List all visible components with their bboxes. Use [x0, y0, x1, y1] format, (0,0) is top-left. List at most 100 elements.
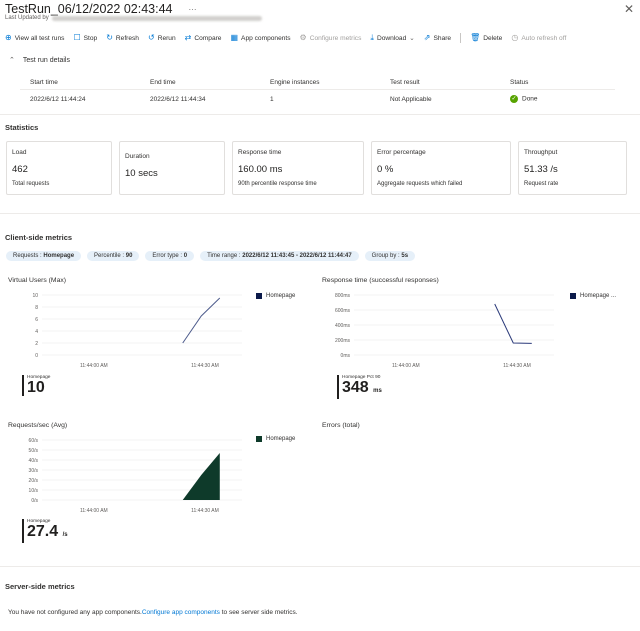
- summary-value: 27.4 /s: [27, 524, 68, 543]
- stat-card-response-time: Response time 160.00 ms 90th percentile …: [232, 141, 364, 195]
- more-options-icon[interactable]: ···: [189, 5, 197, 14]
- toolbar-stop-button[interactable]: ☐ Stop: [73, 34, 97, 42]
- stat-label: Throughput: [524, 149, 558, 156]
- legend-virtual-users: Homepage: [256, 293, 295, 299]
- stat-card-throughput: Throughput 51.33 /s Request rate: [518, 141, 627, 195]
- y-tick-label: 400ms: [335, 323, 351, 329]
- y-tick-label: 50/s: [29, 448, 39, 454]
- filter-pill[interactable]: Percentile : 90: [87, 251, 140, 261]
- response-time-chart: 800ms 600ms 400ms 200ms 0ms 11:44:00 AM 11:44:…: [335, 293, 554, 369]
- x-tick-label: 11:44:30 AM: [503, 363, 531, 369]
- toolbar-compare-button[interactable]: ⇄ Compare: [185, 34, 222, 42]
- y-tick-label: 200ms: [335, 338, 351, 344]
- summary-value: 348 ms: [342, 380, 382, 399]
- filter-label: Error type :: [152, 253, 184, 259]
- delete-icon: 🗑: [470, 33, 481, 42]
- toolbar-label: Refresh: [115, 34, 139, 42]
- stop-icon: ☐: [73, 33, 81, 42]
- stat-label: Duration: [125, 153, 150, 160]
- configure-app-components-link[interactable]: Configure app components: [142, 609, 220, 616]
- x-tick-label: 11:44:30 AM: [191, 508, 219, 514]
- gear-icon: ⚙: [299, 33, 307, 42]
- share-icon: ⇗: [423, 33, 431, 42]
- x-tick-label: 11:44:00 AM: [80, 363, 108, 369]
- y-tick-label: 800ms: [335, 293, 351, 299]
- status-text: Done: [522, 95, 538, 103]
- toolbar-refresh-button[interactable]: ↻ Refresh: [106, 34, 139, 42]
- legend-label: Homepage ...: [580, 293, 617, 299]
- stat-value: 0 %: [377, 164, 394, 175]
- server-metrics-title: Server-side metrics: [5, 582, 75, 591]
- filter-pill[interactable]: Requests : Homepage: [6, 251, 82, 261]
- stat-sub: 90th percentile response time: [238, 181, 317, 187]
- stat-sub: Request rate: [524, 181, 559, 187]
- test-result-value: Not Applicable: [390, 95, 432, 103]
- toolbar-auto-refresh-off-button[interactable]: ◷ Auto refresh off: [511, 34, 566, 42]
- toolbar-share-button[interactable]: ⇗ Share: [424, 34, 451, 42]
- filter-label: Time range :: [207, 253, 243, 259]
- filter-value: 0: [183, 253, 188, 259]
- filter-value: 90: [125, 253, 133, 259]
- chevron-down-icon: ⌄: [409, 35, 415, 42]
- stat-value: 160.00 ms: [238, 164, 283, 175]
- command-bar: ⊕ View all test runs ☐ Stop ↻ Refresh ↺ Rerun ⇄ C…: [5, 31, 633, 45]
- clock-icon: ◷: [511, 33, 519, 42]
- toolbar-label: Share: [433, 34, 452, 42]
- title-row: TestRun_06/12/2022 02:43:44 ···: [5, 2, 197, 16]
- y-tick-label: 40/s: [29, 458, 39, 464]
- test-run-details-label: Test run details: [22, 56, 70, 64]
- summary-number: 27.4: [27, 523, 59, 540]
- chart-title-requests-per-sec: Requests/sec (Avg): [8, 422, 68, 429]
- stat-sub: Total requests: [12, 181, 50, 187]
- y-tick-label: 600ms: [335, 308, 351, 314]
- y-tick-label: 0: [35, 353, 38, 359]
- header-end-time: End time: [150, 79, 176, 86]
- plus-icon: ⊕: [5, 33, 12, 42]
- server-metrics-message: You have not configured any app componen…: [8, 609, 298, 616]
- last-updated-label: Last Updated by: [5, 15, 49, 21]
- filter-pill[interactable]: Error type : 0: [145, 251, 195, 261]
- toolbar-app-components-button[interactable]: ▦ App components: [230, 34, 290, 42]
- stat-value: 51.33 /s: [524, 164, 558, 175]
- toolbar-download-button[interactable]: ⤓ Download ⌄: [370, 34, 415, 43]
- filter-label: Group by :: [371, 253, 402, 259]
- legend-label: Homepage: [266, 293, 296, 299]
- toolbar-label: Stop: [83, 34, 98, 42]
- close-icon[interactable]: ✕: [624, 2, 634, 16]
- y-tick-label: 2: [35, 341, 38, 347]
- toolbar-configure-metrics-button[interactable]: ⚙ Configure metrics: [300, 34, 362, 42]
- last-updated: Last Updated by: [5, 15, 262, 21]
- divider: [0, 114, 640, 115]
- summary-response-time: Homepage Pct 90 348 ms: [337, 375, 382, 399]
- y-tick-label: 8: [35, 305, 38, 311]
- toolbar-view-all-test-runs-button[interactable]: ⊕ View all test runs: [5, 34, 64, 42]
- stat-card-load: Load 462 Total requests: [6, 141, 112, 195]
- filter-pill[interactable]: Group by : 5s: [364, 251, 416, 261]
- virtual-users-chart: 10 8 6 4 2 0 11:44:00 AM 11:44:30 AM: [32, 293, 242, 369]
- toolbar-delete-button[interactable]: 🗑 Delete: [470, 34, 502, 42]
- redacted-user: [51, 15, 262, 21]
- legend-swatch: [570, 293, 576, 299]
- toolbar-label: Delete: [483, 34, 503, 42]
- filter-pills: Requests : Homepage Percentile : 90 Error …: [6, 251, 416, 261]
- summary-number: 348: [342, 379, 369, 396]
- stat-label: Error percentage: [377, 149, 426, 156]
- legend-label: Homepage: [266, 436, 296, 442]
- page-title: TestRun_06/12/2022 02:43:44: [5, 2, 173, 16]
- toolbar-label: Download: [376, 34, 407, 42]
- x-tick-label: 11:44:30 AM: [191, 363, 219, 369]
- table-header-row: Start time End time Engine instances Tes…: [20, 76, 615, 90]
- chevron-up-icon: ⌃: [9, 57, 15, 64]
- divider: [0, 566, 640, 567]
- summary-unit: ms: [373, 388, 382, 394]
- stat-card-error-percentage: Error percentage 0 % Aggregate requests …: [371, 141, 511, 195]
- header-status: Status: [510, 79, 529, 86]
- test-run-details-toggle[interactable]: ⌃ Test run details: [9, 56, 70, 65]
- rerun-icon: ↺: [147, 33, 155, 42]
- stat-value: 462: [12, 164, 28, 175]
- filter-pill[interactable]: Time range : 2022/6/12 11:43:45 - 2022/6…: [200, 251, 359, 261]
- legend-response-time: Homepage ...: [570, 293, 616, 299]
- toolbar-rerun-button[interactable]: ↺ Rerun: [148, 34, 176, 42]
- filter-value: 5s: [401, 253, 409, 259]
- y-tick-label: 0ms: [341, 353, 351, 359]
